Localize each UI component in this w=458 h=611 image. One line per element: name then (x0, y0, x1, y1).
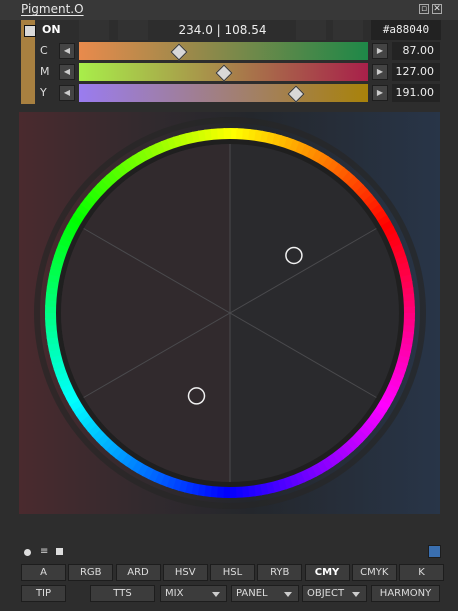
mode-button-hsv[interactable]: HSV (162, 564, 208, 581)
channel-value-field[interactable]: 87.00 (392, 42, 440, 60)
decrease-arrow-icon[interactable]: ◀ (59, 85, 75, 101)
increase-arrow-icon[interactable]: ▶ (372, 43, 388, 59)
tts-button[interactable]: TTS (90, 585, 155, 602)
mode-button-rgb[interactable]: RGB (68, 564, 114, 581)
chevron-down-icon (352, 592, 360, 597)
mix-dropdown[interactable]: MIX (160, 585, 227, 602)
window-title: Pigment.O (21, 2, 84, 16)
mode-button-a[interactable]: A (21, 564, 66, 581)
tip-button[interactable]: TIP (21, 585, 66, 602)
on-label: ON (42, 23, 61, 36)
channel-value-field[interactable]: 127.00 (392, 63, 440, 81)
channel-label: C (40, 44, 48, 57)
decrease-arrow-icon[interactable]: ◀ (59, 64, 75, 80)
channel-label: M (40, 65, 50, 78)
channel-value-field[interactable]: 191.00 (392, 84, 440, 102)
increase-arrow-icon[interactable]: ▶ (372, 64, 388, 80)
square-view-icon[interactable] (56, 548, 63, 555)
coordinate-readout: 234.0 | 108.54 (178, 23, 267, 37)
chevron-down-icon (284, 592, 292, 597)
panel-label: PANEL (236, 588, 268, 599)
hex-code-field[interactable]: #a88040 (371, 20, 441, 40)
channel-slider-track[interactable] (79, 42, 368, 60)
float-icon[interactable]: ▫ (419, 4, 429, 14)
on-checkbox[interactable] (24, 25, 36, 37)
color-wheel[interactable] (19, 112, 440, 514)
harmony-button[interactable]: HARMONY (371, 585, 440, 602)
mode-button-cmyk[interactable]: CMYK (351, 564, 397, 581)
mode-button-ryb[interactable]: RYB (257, 564, 303, 581)
dot-view-icon[interactable] (24, 549, 31, 556)
mode-button-hsl[interactable]: HSL (210, 564, 255, 581)
mode-button-k[interactable]: K (399, 564, 444, 581)
wheel-inner (61, 144, 399, 482)
close-icon[interactable]: ✕ (432, 4, 442, 14)
mix-label: MIX (165, 588, 184, 599)
panel-dropdown[interactable]: PANEL (231, 585, 299, 602)
mode-button-ard[interactable]: ARD (115, 564, 161, 581)
channel-slider-track[interactable] (79, 84, 368, 102)
decrease-arrow-icon[interactable]: ◀ (59, 43, 75, 59)
chevron-down-icon (212, 592, 220, 597)
color-wheel-panel[interactable] (19, 112, 440, 514)
channel-label: Y (40, 86, 47, 99)
resize-corner-icon[interactable] (428, 545, 441, 558)
object-label: OBJECT (307, 588, 345, 599)
increase-arrow-icon[interactable]: ▶ (372, 85, 388, 101)
object-dropdown[interactable]: OBJECT (302, 585, 367, 602)
mode-button-cmy[interactable]: CMY (304, 564, 350, 581)
list-view-icon[interactable]: ≡ (40, 547, 48, 557)
